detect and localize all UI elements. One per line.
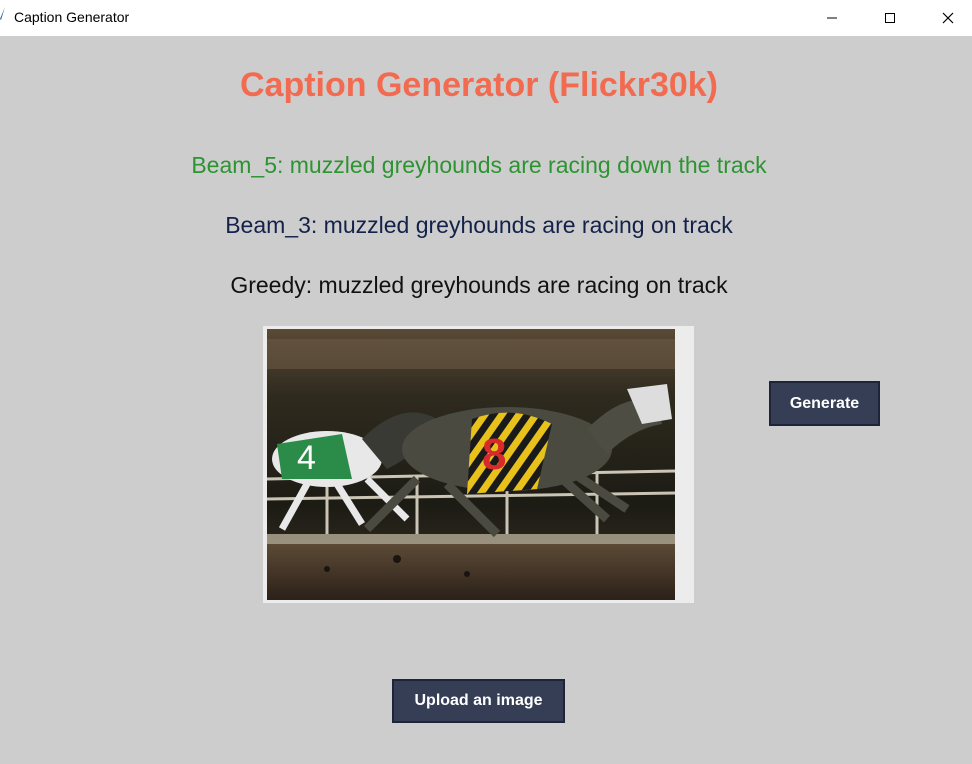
beam5-caption: Beam_5: muzzled greyhounds are racing do… bbox=[191, 152, 767, 178]
beam3-caption: Beam_3: muzzled greyhounds are racing on… bbox=[225, 212, 733, 238]
dog-number-8: 8 bbox=[482, 430, 506, 479]
upload-image-button[interactable]: Upload an image bbox=[392, 679, 565, 723]
maximize-icon bbox=[885, 13, 895, 23]
title-bar: Caption Generator bbox=[0, 0, 972, 36]
minimize-icon bbox=[827, 17, 837, 19]
close-icon bbox=[942, 12, 954, 24]
maximize-button[interactable] bbox=[863, 0, 917, 36]
image-preview-frame: 4 8 bbox=[263, 326, 694, 603]
app-window-body: Caption Generator (Flickr30k) Beam_5: mu… bbox=[0, 36, 972, 764]
greedy-caption: Greedy: muzzled greyhounds are racing on… bbox=[230, 272, 728, 298]
close-button[interactable] bbox=[921, 0, 972, 36]
window-title: Caption Generator bbox=[14, 9, 130, 25]
uploaded-image: 4 8 bbox=[267, 329, 675, 600]
minimize-button[interactable] bbox=[805, 0, 859, 36]
generate-button[interactable]: Generate bbox=[769, 381, 880, 426]
app-heading: Caption Generator (Flickr30k) bbox=[239, 66, 718, 104]
app-feather-icon bbox=[0, 7, 5, 20]
dog-number-4: 4 bbox=[297, 439, 316, 477]
greyhound-race-illustration: 4 8 bbox=[267, 329, 675, 600]
